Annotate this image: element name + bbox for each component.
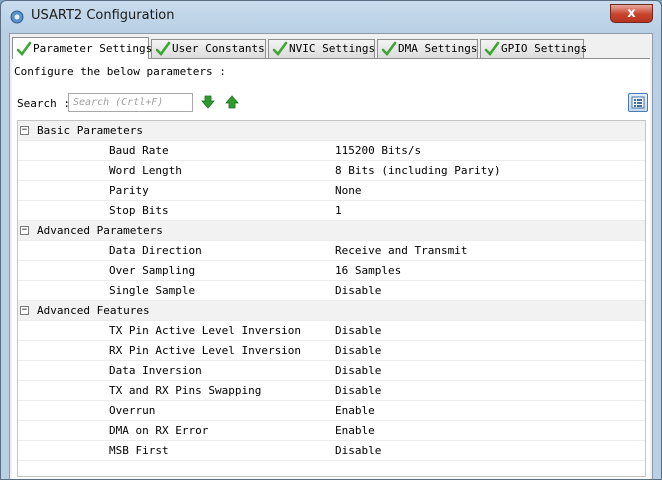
tab-label: Parameter Settings — [33, 42, 153, 55]
table-row[interactable]: Stop Bits 1 — [18, 201, 645, 221]
param-value[interactable]: Disable — [335, 361, 381, 381]
collapse-toggle-icon[interactable]: − — [20, 306, 29, 315]
list-view-icon — [631, 96, 645, 109]
param-name: Data Direction — [109, 244, 202, 257]
group-label: Advanced Parameters — [37, 224, 163, 237]
tab-parameter-settings[interactable]: Parameter Settings — [12, 37, 153, 59]
param-name: RX Pin Active Level Inversion — [109, 344, 302, 357]
arrow-up-icon[interactable] — [225, 95, 239, 109]
group-label: Basic Parameters — [37, 124, 143, 137]
collapse-toggle-icon[interactable]: − — [20, 226, 29, 235]
check-icon — [272, 41, 288, 56]
param-name: Data Inversion — [109, 364, 202, 377]
param-name: TX and RX Pins Swapping — [109, 384, 262, 397]
tab-dma-settings[interactable]: DMA Settings — [377, 39, 478, 58]
param-name: Single Sample — [109, 284, 196, 297]
parameter-settings-panel: Configure the below parameters : Search … — [12, 59, 650, 479]
param-name: Stop Bits — [109, 204, 169, 217]
table-row[interactable]: Overrun Enable — [18, 401, 645, 421]
table-row[interactable]: Data Inversion Disable — [18, 361, 645, 381]
group-row-advanced-features[interactable]: − Advanced Features — [18, 301, 645, 321]
param-name: Overrun — [109, 404, 156, 417]
panel-description: Configure the below parameters : — [14, 65, 226, 78]
window-title: USART2 Configuration — [31, 8, 175, 23]
search-label: Search : — [17, 97, 70, 110]
tab-user-constants[interactable]: User Constants — [151, 39, 266, 58]
param-value[interactable]: 115200 Bits/s — [335, 141, 421, 161]
param-name: Word Length — [109, 164, 182, 177]
search-input[interactable] — [68, 93, 193, 112]
table-row[interactable]: Over Sampling 16 Samples — [18, 261, 645, 281]
tab-gpio-settings[interactable]: GPIO Settings — [480, 39, 588, 58]
param-value[interactable]: 1 — [335, 201, 342, 221]
check-icon — [16, 41, 32, 56]
param-value[interactable]: Disable — [335, 281, 381, 301]
table-row[interactable]: Parity None — [18, 181, 645, 201]
param-name: Over Sampling — [109, 264, 196, 277]
list-view-button[interactable] — [628, 93, 648, 112]
param-name: MSB First — [109, 444, 169, 457]
title-bar[interactable]: USART2 Configuration x — [1, 1, 661, 33]
table-row[interactable]: Baud Rate 115200 Bits/s — [18, 141, 645, 161]
check-icon — [381, 41, 397, 56]
group-row-advanced-parameters[interactable]: − Advanced Parameters — [18, 221, 645, 241]
group-row-basic-parameters[interactable]: − Basic Parameters — [18, 121, 645, 141]
tab-nvic-settings[interactable]: NVIC Settings — [268, 39, 375, 58]
table-row[interactable]: TX Pin Active Level Inversion Disable — [18, 321, 645, 341]
table-row[interactable]: RX Pin Active Level Inversion Disable — [18, 341, 645, 361]
tab-label: GPIO Settings — [501, 42, 588, 55]
param-value[interactable]: 16 Samples — [335, 261, 401, 281]
param-value[interactable]: Disable — [335, 321, 381, 341]
param-value[interactable]: Enable — [335, 401, 375, 421]
group-label: Advanced Features — [37, 304, 150, 317]
param-value[interactable]: Disable — [335, 441, 381, 461]
table-row[interactable]: DMA on RX Error Enable — [18, 421, 645, 441]
check-icon — [484, 41, 500, 56]
param-value[interactable]: Disable — [335, 341, 381, 361]
arrow-down-icon[interactable] — [201, 95, 215, 109]
table-row[interactable]: TX and RX Pins Swapping Disable — [18, 381, 645, 401]
tab-label: User Constants — [172, 42, 265, 55]
param-value[interactable]: None — [335, 181, 362, 201]
check-icon — [155, 41, 171, 56]
table-row[interactable]: MSB First Disable — [18, 441, 645, 461]
param-name: Baud Rate — [109, 144, 169, 157]
param-name: TX Pin Active Level Inversion — [109, 324, 302, 337]
param-name: DMA on RX Error — [109, 424, 209, 437]
app-gear-icon — [10, 10, 24, 24]
param-value[interactable]: 8 Bits (including Parity) — [335, 161, 501, 181]
tab-label: DMA Settings — [398, 42, 478, 55]
parameters-table: − Basic Parameters Baud Rate 115200 Bits/… — [17, 120, 646, 477]
table-row[interactable]: Single Sample Disable — [18, 281, 645, 301]
table-row[interactable]: Data Direction Receive and Transmit — [18, 241, 645, 261]
param-value[interactable]: Disable — [335, 381, 381, 401]
collapse-toggle-icon[interactable]: − — [20, 126, 29, 135]
dialog-content: Parameter Settings User Constants NVIC S… — [9, 33, 653, 479]
param-name: Parity — [109, 184, 149, 197]
param-value[interactable]: Enable — [335, 421, 375, 441]
table-row[interactable]: Word Length 8 Bits (including Parity) — [18, 161, 645, 181]
close-button[interactable]: x — [610, 4, 653, 23]
param-value[interactable]: Receive and Transmit — [335, 241, 467, 261]
usart2-configuration-window: USART2 Configuration x Parameter Setting… — [0, 0, 662, 480]
tab-label: NVIC Settings — [289, 42, 376, 55]
